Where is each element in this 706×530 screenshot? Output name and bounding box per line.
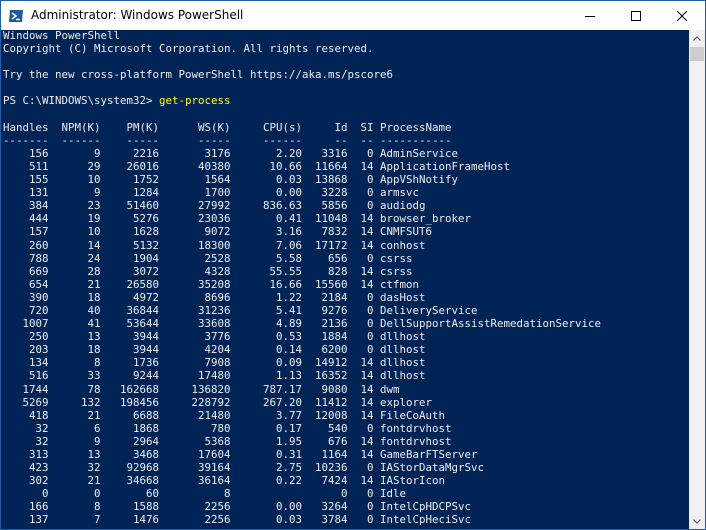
minimize-button[interactable] [567, 1, 613, 30]
console-area[interactable]: Windows PowerShell Copyright (C) Microsof… [1, 30, 689, 529]
console-output: Windows PowerShell Copyright (C) Microsof… [3, 30, 601, 527]
prompt-text: PS C:\WINDOWS\system32> [3, 94, 160, 108]
title-bar[interactable]: Administrator: Windows PowerShell [1, 1, 705, 30]
scroll-up-button[interactable] [689, 30, 705, 46]
table-row: 203 18 3944 4204 0.14 6200 0 dllhost [3, 343, 426, 357]
table-row: 720 40 36844 31236 5.41 9276 0 DeliveryS… [3, 303, 478, 317]
table-row: 157 10 1628 9072 3.16 7832 14 CNMFSUT6 [3, 225, 433, 239]
banner-line: Copyright (C) Microsoft Corporation. All… [3, 42, 374, 56]
table-row: 423 32 92968 39164 2.75 10236 0 IAStorDa… [3, 461, 485, 475]
table-header: Handles NPM(K) PM(K) WS(K) CPU(s) Id SI … [3, 120, 452, 134]
table-row: 654 21 26580 35208 16.66 15560 14 ctfmon [3, 277, 420, 291]
table-row: 313 13 3468 17604 0.31 1164 14 GameBarFT… [3, 448, 478, 461]
table-row: 418 21 6688 21480 3.77 12008 14 FileCoAu… [3, 408, 446, 422]
table-row: 390 18 4972 8696 1.22 2184 0 dasHost [3, 290, 426, 304]
table-row: 5269 132 198456 228792 267.20 11412 14 e… [3, 395, 433, 409]
table-row: 134 8 1736 7908 0.09 14912 14 dllhost [3, 356, 426, 370]
scrollbar-thumb[interactable] [690, 47, 704, 61]
table-row: 669 28 3072 4328 55.55 828 14 csrss [3, 264, 413, 278]
table-row: 166 8 1588 2256 0.00 3264 0 IntelCpHDCPS… [3, 500, 472, 514]
window-title: Administrator: Windows PowerShell [31, 8, 244, 22]
table-row: 32 6 1868 780 0.17 540 0 fontdrvhost [3, 421, 452, 435]
prompt-line: PS C:\WINDOWS\system32> get-process [3, 94, 601, 107]
command-text: get-process [159, 94, 231, 108]
maximize-icon [631, 10, 641, 21]
scroll-down-button[interactable] [689, 513, 705, 529]
table-row: 131 9 1284 1700 0.00 3228 0 armsvc [3, 186, 420, 200]
table-row: 444 19 5276 23036 0.41 11048 14 browser_… [3, 212, 472, 226]
table-row: 511 29 26016 40380 10.66 11664 14 Applic… [3, 159, 511, 173]
maximize-button[interactable] [613, 1, 659, 30]
table-row: 250 13 3944 3776 0.53 1884 0 dllhost [3, 330, 426, 344]
banner-line [3, 55, 601, 68]
table-row: 260 14 5132 18300 7.06 17172 14 conhost [3, 238, 426, 252]
table-row: 0 0 60 8 0 0 Idle [3, 487, 407, 501]
minimize-icon [585, 15, 595, 17]
table-row: 302 21 34668 36164 0.22 7424 14 IAStorIc… [3, 474, 446, 488]
table-row: 516 33 9244 17480 1.13 16352 14 dllhost [3, 369, 426, 383]
table-row: 1744 78 162668 136820 787.17 9080 14 dwm [3, 382, 400, 396]
powershell-window: Administrator: Windows PowerShell Window… [0, 0, 706, 530]
banner-line: Try the new cross-platform PowerShell ht… [3, 68, 394, 82]
table-row: 155 10 1752 1564 0.03 13868 0 AppVShNoti… [3, 173, 459, 187]
table-row: 156 9 2216 3176 2.20 3316 0 AdminService [3, 146, 459, 160]
arrow-down-icon [693, 518, 701, 524]
table-row: 384 23 51460 27992 836.63 5856 0 audiodg [3, 199, 426, 213]
powershell-icon [9, 10, 23, 22]
banner-line [3, 81, 601, 94]
table-row: 32 9 2964 5368 1.95 676 14 fontdrvhost [3, 434, 452, 448]
table-row: 137 7 1476 2256 0.03 3784 0 IntelCpHeciS… [3, 513, 472, 527]
table-separator: ------- ------ ----- ----- ------ -- -- … [3, 133, 452, 147]
vertical-scrollbar[interactable] [689, 30, 705, 529]
arrow-up-icon [693, 35, 701, 41]
table-row: 788 24 1904 2528 5.58 656 0 csrss [3, 251, 413, 265]
banner-line: Windows PowerShell [3, 30, 121, 42]
close-button[interactable] [659, 1, 705, 30]
close-icon [677, 10, 687, 21]
table-row: 1007 41 53644 33608 4.89 2136 0 DellSupp… [3, 317, 602, 331]
